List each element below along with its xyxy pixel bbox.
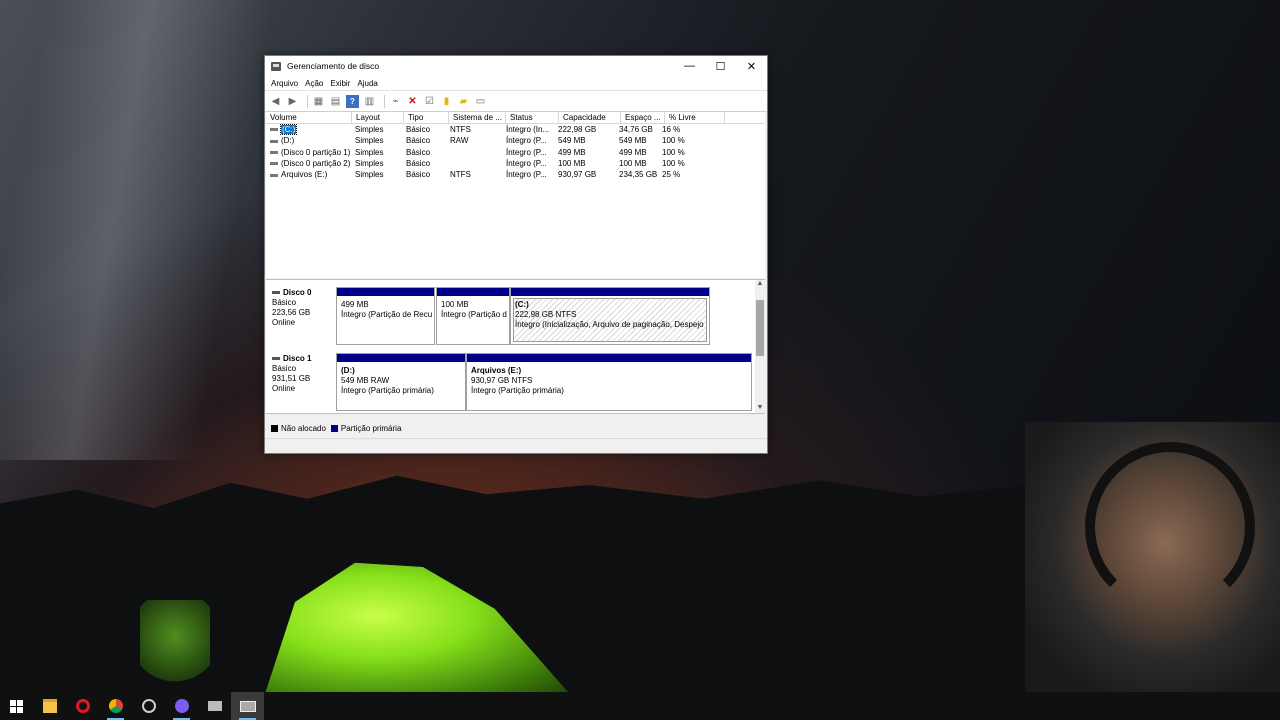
close-button[interactable]: ✕ <box>736 56 767 76</box>
menu-exibir[interactable]: Exibir <box>330 79 350 88</box>
disk-view-scrollbar[interactable]: ▲ ▼ <box>755 280 765 413</box>
col-capacidade[interactable]: Capacidade <box>559 112 621 123</box>
volume-icon <box>270 139 278 143</box>
partition-recovery[interactable]: 499 MB Íntegro (Partição de Recu <box>336 287 435 345</box>
disk-1-info[interactable]: Disco 1 Básico 931,51 GB Online <box>272 354 336 394</box>
menu-ajuda[interactable]: Ajuda <box>357 79 377 88</box>
check-icon[interactable]: ☑ <box>423 95 436 108</box>
scroll-up-icon[interactable]: ▲ <box>755 280 765 289</box>
table-row[interactable]: (C:) Simples Básico NTFS Íntegro (In... … <box>266 124 765 135</box>
table-row[interactable]: (D:) Simples Básico RAW Íntegro (P... 54… <box>266 135 765 146</box>
maximize-button[interactable]: ☐ <box>705 56 736 76</box>
column-headers: Volume Layout Tipo Sistema de ... Status… <box>266 112 765 124</box>
start-button[interactable] <box>0 692 33 720</box>
scroll-down-icon[interactable]: ▼ <box>755 404 765 413</box>
file-explorer-icon[interactable] <box>33 692 66 720</box>
tree <box>140 600 210 690</box>
volume-list[interactable]: Volume Layout Tipo Sistema de ... Status… <box>266 112 765 278</box>
table-row[interactable]: (Disco 0 partição 1) Simples Básico Ínte… <box>266 147 765 158</box>
legend: Não alocado Partição primária <box>266 422 401 434</box>
col-layout[interactable]: Layout <box>352 112 404 123</box>
col-volume[interactable]: Volume <box>266 112 352 123</box>
chrome-icon[interactable] <box>99 692 132 720</box>
partition-c-selected[interactable]: (C:) 222,98 GB NTFS Íntegro (Inicialização… <box>510 287 710 345</box>
volume-icon <box>270 173 278 177</box>
disk-icon <box>272 291 280 295</box>
minimize-button[interactable]: — <box>674 56 705 76</box>
disk-0-info[interactable]: Disco 0 Básico 223,56 GB Online <box>272 288 336 328</box>
partition-bar <box>437 288 509 296</box>
legend-primary: Partição primária <box>340 423 402 433</box>
messenger-icon[interactable] <box>165 692 198 720</box>
partition-e[interactable]: Arquivos (E:) 930,97 GB NTFS Íntegro (Part… <box>466 353 752 411</box>
webcam-overlay <box>1025 422 1280 692</box>
legend-swatch-unallocated <box>271 424 278 432</box>
folder-search-icon[interactable]: ▰ <box>457 95 470 108</box>
table-row[interactable]: Arquivos (E:) Simples Básico NTFS Íntegr… <box>266 169 765 180</box>
toolbar: ◀ ▶ ▦ ▤ ? ▥ ⌁ ✕ ☑ ▮ ▰ ▭ <box>265 91 767 112</box>
col-livre[interactable]: % Livre <box>665 112 725 123</box>
legend-unallocated: Não alocado <box>281 423 326 433</box>
volume-icon <box>270 128 278 132</box>
windows-icon <box>10 699 23 713</box>
delete-icon[interactable]: ✕ <box>406 95 419 108</box>
app-printer-icon[interactable] <box>198 692 231 720</box>
status-bar <box>265 438 767 453</box>
back-arrow-icon[interactable]: ◀ <box>269 95 282 108</box>
list-view-icon[interactable]: ▥ <box>363 95 376 108</box>
volume-icon <box>270 150 278 154</box>
partition-d[interactable]: (D:) 549 MB RAW Íntegro (Partição primária… <box>336 353 466 411</box>
opera-icon[interactable] <box>66 692 99 720</box>
col-espaco[interactable]: Espaço ... <box>621 112 665 123</box>
window-title: Gerenciamento de disco <box>287 61 380 71</box>
toolbar-separator <box>307 94 308 108</box>
partition-efi[interactable]: 100 MB Íntegro (Partição d <box>436 287 510 345</box>
properties-icon[interactable]: ▤ <box>329 95 342 108</box>
title-bar[interactable]: Gerenciamento de disco — ☐ ✕ <box>265 56 767 76</box>
toolbar-separator <box>384 94 385 108</box>
disk-management-taskbar-icon[interactable] <box>231 692 264 720</box>
disk-icon <box>272 357 280 361</box>
partition-bar <box>511 288 709 296</box>
partition-bar <box>337 288 434 296</box>
disk-management-icon <box>271 61 281 71</box>
help-icon[interactable]: ? <box>346 94 359 108</box>
legend-swatch-primary <box>330 424 338 432</box>
col-sistema[interactable]: Sistema de ... <box>449 112 506 123</box>
partition-bar <box>467 354 751 362</box>
headphones <box>1085 442 1255 612</box>
taskbar <box>0 692 1280 720</box>
col-tipo[interactable]: Tipo <box>404 112 449 123</box>
disk-0[interactable]: Disco 0 Básico 223,56 GB Online 499 MB Ín… <box>266 282 756 346</box>
menu-bar: Arquivo Ação Exibir Ajuda <box>265 76 767 91</box>
table-row[interactable]: (Disco 0 partição 2) Simples Básico Ínte… <box>266 158 765 169</box>
volume-icon <box>270 162 278 166</box>
menu-acao[interactable]: Ação <box>305 79 323 88</box>
disk-1[interactable]: Disco 1 Básico 931,51 GB Online (D:) 549 … <box>266 348 756 412</box>
disk-management-window: Gerenciamento de disco — ☐ ✕ Arquivo Açã… <box>264 55 768 454</box>
folder-icon[interactable]: ▮ <box>440 95 453 108</box>
connect-icon[interactable]: ⌁ <box>389 95 402 108</box>
console-tree-icon[interactable]: ▦ <box>312 95 325 108</box>
scroll-thumb[interactable] <box>756 300 764 356</box>
clock-app-icon[interactable] <box>132 692 165 720</box>
partition-bar <box>337 354 465 362</box>
panel-icon[interactable]: ▭ <box>474 95 487 108</box>
forward-arrow-icon[interactable]: ▶ <box>286 95 299 108</box>
menu-arquivo[interactable]: Arquivo <box>271 79 298 88</box>
disk-graphical-view[interactable]: Disco 0 Básico 223,56 GB Online 499 MB Ín… <box>266 279 765 414</box>
col-status[interactable]: Status <box>506 112 559 123</box>
